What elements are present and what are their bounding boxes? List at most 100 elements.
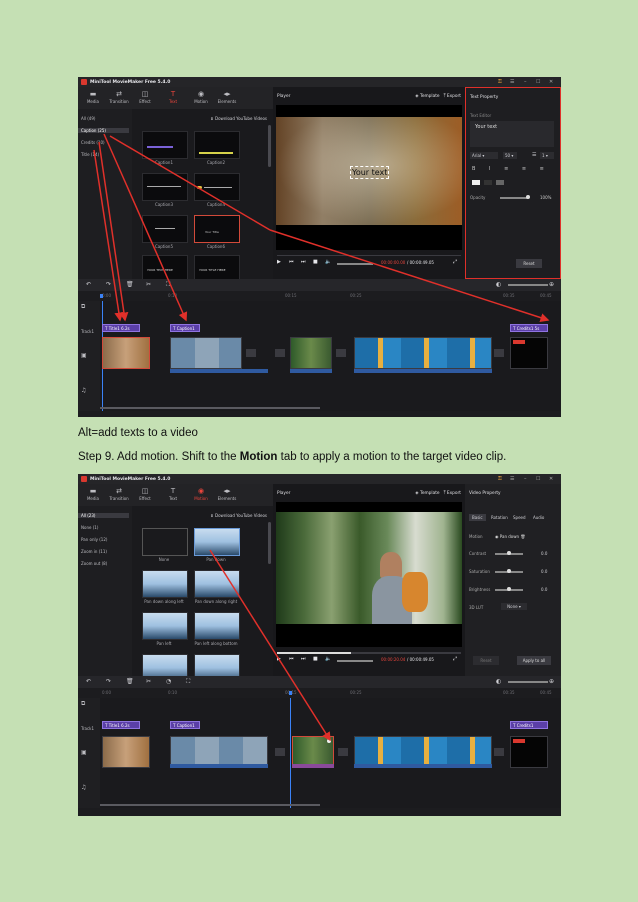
fullscreen-icon[interactable]: ⤢ (453, 656, 457, 662)
caption6-thumb[interactable]: Your Title (194, 215, 240, 243)
caption5-thumb[interactable] (142, 215, 188, 243)
prev-frame-icon[interactable]: ⏮ (289, 656, 294, 662)
line-spacing-icon[interactable]: ☰ (532, 152, 536, 158)
color-swatch-gray[interactable] (496, 180, 504, 185)
title-clip[interactable]: T Title1 6.2s (102, 324, 140, 332)
format-buttons[interactable]: B I ≡ ≡ ≡ (472, 166, 550, 172)
motion-pan-left-bottom-thumb[interactable] (194, 612, 240, 640)
undo-icon[interactable]: ↶ (86, 678, 91, 685)
minimize-icon[interactable]: – (524, 79, 527, 85)
transition-slot-3[interactable] (336, 349, 346, 357)
menu-icon[interactable]: ☰ (510, 79, 514, 85)
trash-icon[interactable]: 🗑 (520, 534, 525, 539)
tab-elements[interactable]: ◂▸ Elements (214, 90, 240, 104)
tab-text[interactable]: T Text (160, 487, 186, 501)
tab-motion[interactable]: ◉ Motion (188, 487, 214, 501)
video-clip-4[interactable] (354, 337, 492, 369)
credits-clip[interactable]: T Credits1 5s (510, 324, 548, 332)
export-button[interactable]: ⤒ Export (444, 491, 461, 496)
next-frame-icon[interactable]: ⏭ (301, 656, 306, 662)
credits-video-clip[interactable] (510, 337, 548, 369)
video-clip-1[interactable] (102, 736, 150, 768)
tab-audio[interactable]: Audio (533, 515, 544, 520)
transition-slot-3[interactable] (494, 748, 504, 756)
tab-rotation[interactable]: Rotation (491, 515, 508, 520)
tab-motion[interactable]: ◉ Motion (188, 90, 214, 104)
opacity-slider[interactable] (500, 197, 528, 199)
timeline-scrollbar[interactable] (100, 804, 320, 806)
size-select[interactable]: 50 ▾ (503, 152, 517, 159)
caption4-thumb[interactable] (194, 173, 240, 201)
category-zoom-in[interactable]: Zoom in (11) (81, 549, 107, 554)
tab-transition[interactable]: ⇄ Transition (106, 90, 132, 104)
text-overlay[interactable]: Your text (350, 166, 390, 179)
redo-icon[interactable]: ↷ (106, 678, 111, 685)
category-pan-only[interactable]: Pan only (12) (81, 537, 107, 542)
zoom-slider[interactable] (508, 284, 548, 286)
playhead[interactable] (289, 691, 292, 695)
motion-pan-down-left-thumb[interactable] (142, 570, 188, 598)
stop-icon[interactable]: ■ (313, 656, 318, 662)
saturation-knob[interactable] (507, 569, 511, 573)
video-clip-3[interactable] (290, 337, 332, 369)
motion-pan-down-thumb[interactable] (194, 528, 240, 556)
maximize-icon[interactable]: ☐ (536, 476, 540, 482)
transition-slot-1[interactable] (246, 349, 256, 357)
add-track-icon[interactable]: ⧉ (81, 303, 85, 311)
crop-icon[interactable]: ⛶ (186, 678, 190, 686)
lut-select[interactable]: None ▾ (501, 603, 527, 610)
video-preview[interactable] (276, 502, 462, 647)
category-zoom-out[interactable]: Zoom out (8) (81, 561, 107, 566)
credits-clip[interactable]: T Credits1 (510, 721, 548, 729)
fullscreen-icon[interactable]: ⤢ (453, 259, 457, 265)
motion-pan-down-right-thumb[interactable] (194, 570, 240, 598)
template-button[interactable]: ◈ Template (415, 491, 439, 496)
reset-button[interactable]: Reset (473, 656, 499, 665)
gallery-scrollbar[interactable] (268, 522, 271, 564)
download-youtube-link[interactable]: ⬇ Download YouTube Videos (210, 116, 267, 121)
play-icon[interactable]: ▶ (277, 259, 281, 265)
color-swatch-white[interactable] (472, 180, 480, 185)
prev-frame-icon[interactable]: ⏮ (289, 259, 294, 265)
close-icon[interactable]: ✕ (549, 79, 553, 85)
tab-effect[interactable]: ◫ Effect (132, 487, 158, 501)
category-all[interactable]: All (23) (78, 513, 129, 518)
volume-slider[interactable] (337, 263, 373, 265)
volume-slider[interactable] (337, 660, 373, 662)
zoom-in-icon[interactable]: ⊕ (549, 678, 554, 685)
transition-slot-2[interactable] (275, 349, 285, 357)
menu-icon[interactable]: ☰ (510, 476, 514, 482)
contrast-knob[interactable] (507, 551, 511, 555)
tab-transition[interactable]: ⇄ Transition (106, 487, 132, 501)
category-credits[interactable]: Credits (10) (81, 140, 105, 145)
next-frame-icon[interactable]: ⏭ (301, 259, 306, 265)
color-swatch-dark[interactable] (484, 180, 492, 185)
transition-slot-4[interactable] (494, 349, 504, 357)
opacity-slider-knob[interactable] (526, 195, 530, 199)
category-title[interactable]: Title (14) (81, 152, 99, 157)
credits-video-clip[interactable] (510, 736, 548, 768)
player-progress[interactable] (277, 652, 461, 654)
maximize-icon[interactable]: ☐ (536, 79, 540, 85)
video-clip-2[interactable] (170, 337, 242, 369)
title-clip[interactable]: T Title1 6.2s (102, 721, 140, 729)
category-all[interactable]: All (49) (81, 116, 95, 121)
play-icon[interactable]: ▶ (277, 656, 281, 662)
undo-icon[interactable]: ↶ (86, 281, 91, 288)
font-select[interactable]: Arial ▾ (470, 152, 498, 159)
minimize-icon[interactable]: – (524, 476, 527, 482)
playhead[interactable] (100, 294, 103, 298)
speed-icon[interactable]: ◔ (166, 678, 171, 685)
tab-text[interactable]: T Text (160, 90, 186, 104)
reset-button[interactable]: Reset (516, 259, 542, 268)
zoom-in-icon[interactable]: ⊕ (549, 281, 554, 288)
transition-slot-1[interactable] (275, 748, 285, 756)
tab-elements[interactable]: ◂▸ Elements (214, 487, 240, 501)
crop-icon[interactable]: ⛶ (166, 281, 170, 289)
caption-clip[interactable]: T Caption1 (170, 324, 200, 332)
motion-none-thumb[interactable] (142, 528, 188, 556)
category-caption[interactable]: Caption (25) (78, 128, 129, 133)
apply-to-all-button[interactable]: Apply to all (517, 656, 551, 665)
split-icon[interactable]: ✂ (146, 678, 151, 685)
zoom-fit-icon[interactable]: ◐ (496, 281, 501, 288)
